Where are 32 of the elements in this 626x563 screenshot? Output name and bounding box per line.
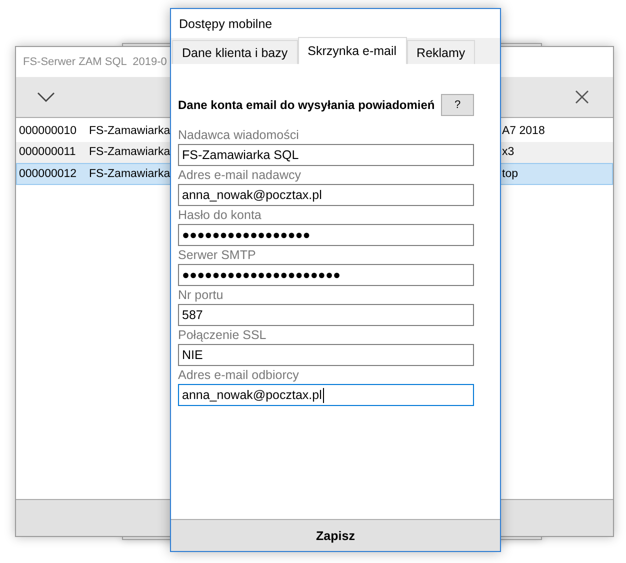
input-field[interactable]: NIE [178, 344, 474, 366]
field-label: Nr portu [178, 287, 224, 304]
field-label: Hasło do konta [178, 207, 262, 224]
input-field[interactable]: FS-Zamawiarka SQL [178, 144, 474, 166]
input-field[interactable]: anna_nowak@pocztax.pl [178, 384, 474, 406]
help-button[interactable]: ? [441, 94, 474, 116]
field-label: Serwer SMTP [178, 247, 257, 264]
table-cell: FS-Zamawiarka [89, 124, 170, 137]
field-label: Połączenie SSL [178, 327, 268, 344]
table-cell: FS-Zamawiarka [89, 168, 170, 180]
window-title: FS-Serwer ZAM SQL 2019-0 [23, 56, 167, 68]
table-cell: x3 [502, 146, 514, 158]
input-field[interactable]: anna_nowak@pocztax.pl [178, 184, 474, 206]
input-field[interactable]: ●●●●●●●●●●●●●●●●● [178, 224, 474, 246]
tab[interactable]: Reklamy [406, 40, 476, 64]
input-field[interactable]: ●●●●●●●●●●●●●●●●●●●●● [178, 264, 474, 286]
field-label: Nadawca wiadomości [178, 127, 300, 144]
chevron-down-icon[interactable] [37, 92, 55, 102]
dialog-title: Dostępy mobilne [179, 16, 272, 30]
tab[interactable]: Skrzynka e-mail [298, 37, 407, 64]
table-cell: 000000011 [19, 146, 76, 158]
field-label: Adres e-mail nadawcy [178, 167, 302, 184]
tab[interactable]: Dane klienta i bazy [172, 40, 298, 64]
close-icon[interactable] [575, 90, 589, 104]
table-cell: FS-Zamawiarka [89, 146, 170, 158]
save-button[interactable]: Zapisz [171, 519, 500, 551]
table-cell: 000000010 [19, 124, 77, 137]
table-cell: 000000012 [19, 168, 77, 180]
table-cell: top [502, 168, 518, 180]
section-heading: Dane konta email do wysyłania powiadomień [178, 98, 435, 112]
input-field[interactable]: 587 [178, 304, 474, 326]
field-label: Adres e-mail odbiorcy [178, 367, 300, 384]
